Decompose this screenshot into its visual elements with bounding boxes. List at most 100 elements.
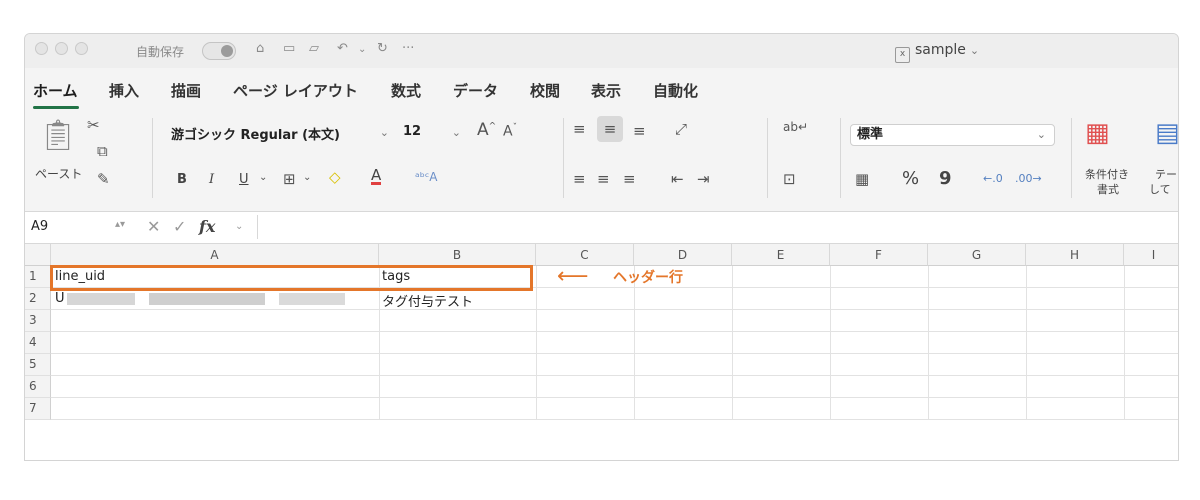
increase-decimal-icon[interactable]: ←.0 (983, 172, 1003, 185)
column-header-e[interactable]: E (732, 244, 830, 266)
name-box[interactable]: A9 (31, 219, 48, 234)
left-arrow-icon: ⟵ (557, 264, 589, 289)
bold-button[interactable]: B (177, 172, 187, 187)
decrease-decimal-icon[interactable]: .00→ (1015, 172, 1042, 185)
align-left-icon[interactable]: ≡ (573, 170, 586, 188)
gridline (1124, 266, 1125, 420)
copy-icon[interactable]: ⧉ (97, 142, 108, 160)
document-title[interactable]: x sample ⌄ (895, 42, 979, 63)
minimize-window-button[interactable] (55, 42, 68, 55)
column-header-d[interactable]: D (634, 244, 732, 266)
column-header-i[interactable]: I (1124, 244, 1178, 266)
tab-home[interactable]: ホーム (33, 80, 78, 101)
gridline (51, 397, 1178, 398)
fill-color-icon[interactable]: ◇ (329, 168, 341, 186)
column-header-a[interactable]: A (51, 244, 379, 266)
row-header-5[interactable]: 5 (25, 354, 51, 376)
home-icon[interactable]: ⌂ (256, 41, 264, 56)
format-painter-icon[interactable]: ✎ (97, 170, 110, 188)
tab-page-layout[interactable]: ページ レイアウト (233, 80, 358, 101)
column-header-c[interactable]: C (536, 244, 634, 266)
paste-label[interactable]: ペースト (35, 165, 82, 182)
format-as-table-icon[interactable]: ▤ (1155, 118, 1178, 148)
insert-function-button[interactable]: fx (199, 217, 215, 236)
align-top-icon[interactable]: ≡ (573, 120, 586, 138)
accounting-format-icon[interactable]: ▦ (855, 170, 869, 188)
undo-icon[interactable]: ↶ (337, 41, 348, 56)
active-tab-indicator (33, 106, 79, 109)
increase-indent-icon[interactable]: ⇥ (697, 170, 710, 188)
cancel-icon[interactable]: ✕ (147, 217, 160, 236)
decrease-font-size-icon[interactable]: Aˇ (503, 123, 517, 140)
chevron-down-icon[interactable]: ⌄ (235, 221, 243, 232)
increase-font-size-icon[interactable]: A^ (477, 120, 496, 140)
conditional-formatting-label-2[interactable]: 書式 (1097, 181, 1119, 197)
close-window-button[interactable] (35, 42, 48, 55)
tab-formulas[interactable]: 数式 (391, 80, 421, 101)
more-icon[interactable]: ··· (402, 41, 414, 56)
font-name-select[interactable]: 游ゴシック Regular (本文) ⌄ (171, 124, 393, 144)
redaction-block (279, 293, 345, 305)
conditional-formatting-icon[interactable]: ▦ (1085, 118, 1110, 148)
redo-icon[interactable]: ↻ (377, 41, 388, 56)
row-header-2[interactable]: 2 (25, 288, 51, 310)
number-format-select[interactable]: 標準 ⌄ (850, 124, 1055, 146)
document-name: sample (915, 42, 966, 58)
cut-icon[interactable]: ✂ (87, 116, 100, 134)
select-all-corner[interactable] (25, 244, 51, 266)
italic-button[interactable]: I (209, 172, 214, 187)
tab-automate[interactable]: 自動化 (653, 80, 698, 101)
cell-a2[interactable]: U (55, 291, 65, 306)
column-header-b[interactable]: B (379, 244, 536, 266)
tab-data[interactable]: データ (453, 80, 498, 101)
underline-button[interactable]: U (239, 172, 249, 187)
save-as-icon[interactable]: ▱ (309, 41, 319, 56)
orientation-icon[interactable]: ⤢ (675, 120, 687, 138)
undo-dropdown-icon[interactable]: ⌄ (358, 44, 366, 55)
wrap-text-icon[interactable]: ab↵ (783, 120, 808, 134)
gridline (732, 266, 733, 420)
tab-review[interactable]: 校閲 (530, 80, 560, 101)
zoom-window-button[interactable] (75, 42, 88, 55)
font-color-icon[interactable]: A (371, 168, 382, 185)
tab-insert[interactable]: 挿入 (109, 80, 139, 101)
ribbon-separator (152, 118, 153, 198)
formula-input[interactable] (257, 215, 1178, 239)
column-header-f[interactable]: F (830, 244, 928, 266)
percent-button[interactable]: % (902, 168, 919, 189)
tab-draw[interactable]: 描画 (171, 80, 201, 101)
enter-icon[interactable]: ✓ (173, 217, 186, 236)
chevron-down-icon[interactable]: ⌄ (303, 172, 311, 183)
merge-center-icon[interactable]: ⊡ (783, 170, 796, 188)
format-as-table-label-2[interactable]: して (1149, 181, 1171, 197)
align-center-icon[interactable]: ≡ (597, 170, 610, 188)
row-header-1[interactable]: 1 (25, 266, 51, 288)
align-middle-icon[interactable]: ≡ (597, 116, 623, 142)
row-header-6[interactable]: 6 (25, 376, 51, 398)
font-size-select[interactable]: 12 ⌄ (403, 124, 465, 144)
column-header-h[interactable]: H (1026, 244, 1124, 266)
row-header-7[interactable]: 7 (25, 398, 51, 420)
conditional-formatting-label-1[interactable]: 条件付き (1085, 166, 1129, 182)
comma-button[interactable]: 9 (939, 168, 952, 189)
save-icon[interactable]: ▭ (283, 41, 295, 56)
phonetic-icon[interactable]: ᵃᵇᶜA (415, 170, 438, 184)
ribbon-separator (563, 118, 564, 198)
cell-b2[interactable]: タグ付与テスト (382, 291, 473, 310)
autosave-toggle[interactable] (202, 42, 236, 60)
tab-view[interactable]: 表示 (591, 80, 621, 101)
title-bar: 自動保存 ⌂ ▭ ▱ ↶ ⌄ ↻ ··· x sample ⌄ (25, 34, 1178, 68)
name-box-stepper-icon[interactable]: ▴▾ (115, 219, 125, 230)
align-bottom-icon[interactable]: ≡ (633, 122, 646, 140)
excel-file-icon: x (895, 47, 910, 63)
row-header-4[interactable]: 4 (25, 332, 51, 354)
format-as-table-label-1[interactable]: テー (1155, 166, 1177, 182)
decrease-indent-icon[interactable]: ⇤ (671, 170, 684, 188)
align-right-icon[interactable]: ≡ (623, 170, 636, 188)
column-header-g[interactable]: G (928, 244, 1026, 266)
borders-icon[interactable]: ⊞ (283, 170, 296, 188)
row-header-3[interactable]: 3 (25, 310, 51, 332)
gridline (830, 266, 831, 420)
chevron-down-icon[interactable]: ⌄ (259, 172, 267, 183)
paste-icon[interactable]: 📋︎ (39, 118, 77, 153)
